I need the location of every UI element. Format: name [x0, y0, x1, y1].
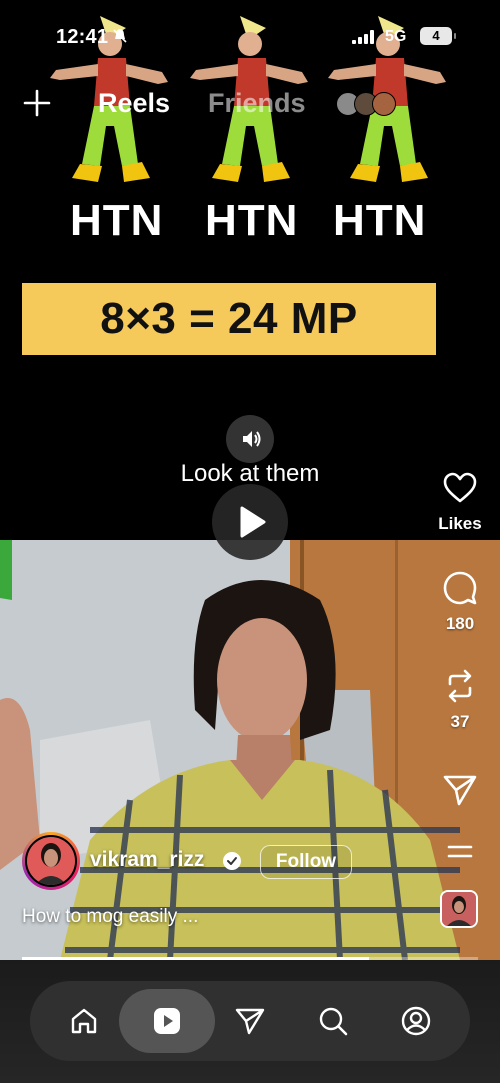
comment-button[interactable]: 180: [420, 570, 500, 634]
follow-button[interactable]: Follow: [260, 845, 352, 879]
meme-label-2: HTN: [205, 196, 299, 245]
meme-equation: 8×3 = 24 MP: [22, 283, 436, 355]
battery-indicator: 4: [420, 27, 456, 45]
reels-icon: [154, 1008, 180, 1034]
paper-plane-icon: [235, 1008, 265, 1035]
nav-messages[interactable]: [202, 989, 298, 1053]
nav-home[interactable]: [36, 989, 132, 1053]
meme-label-3: HTN: [333, 196, 427, 245]
status-bar: 12:41 5G 4: [0, 22, 500, 52]
speaker-icon: [243, 431, 261, 447]
video-description[interactable]: How to mog easily ...: [22, 906, 198, 928]
share-button[interactable]: [420, 772, 500, 808]
friends-avatar-stack[interactable]: [336, 92, 400, 118]
profile-icon: [401, 1006, 431, 1036]
video-progress-bar[interactable]: [22, 957, 478, 960]
more-lines-icon: [447, 845, 473, 858]
verified-badge-icon: [223, 852, 241, 870]
reposts-count: 37: [450, 712, 470, 731]
paper-plane-icon: [443, 775, 477, 806]
cellular-signal-icon: [352, 30, 374, 44]
likes-label: Likes: [438, 514, 482, 533]
like-button[interactable]: Likes: [420, 470, 500, 534]
search-icon: [319, 1007, 348, 1036]
nav-profile[interactable]: [368, 989, 464, 1053]
video-progress-fill: [22, 957, 369, 960]
nav-search[interactable]: [285, 989, 381, 1053]
tab-reels[interactable]: Reels: [98, 88, 170, 119]
comment-bubble-icon: [443, 571, 477, 605]
status-time: 12:41: [56, 26, 109, 48]
more-options-button[interactable]: [420, 834, 500, 870]
author-avatar-image: [27, 837, 75, 885]
comments-count: 180: [445, 614, 475, 633]
audio-track-thumbnail[interactable]: [440, 890, 478, 928]
mute-toggle-button[interactable]: [226, 415, 274, 463]
repost-icon: [448, 669, 472, 703]
friend-avatar: [372, 92, 396, 116]
bottom-nav: [30, 981, 470, 1061]
author-username[interactable]: vikram_rizz: [90, 848, 204, 872]
play-button[interactable]: [212, 484, 288, 560]
create-plus-icon[interactable]: [22, 88, 52, 118]
author-avatar[interactable]: [22, 832, 80, 890]
home-icon: [71, 1008, 97, 1034]
repost-button[interactable]: 37: [420, 668, 500, 732]
audio-thumb-image: [442, 892, 476, 926]
tab-friends[interactable]: Friends: [208, 88, 306, 119]
network-type: 5G: [385, 28, 407, 45]
heart-icon: [443, 472, 477, 503]
play-icon: [240, 506, 266, 538]
meme-label-1: HTN: [70, 196, 164, 245]
silent-bell-icon: [113, 29, 127, 43]
nav-reels[interactable]: [119, 989, 215, 1053]
